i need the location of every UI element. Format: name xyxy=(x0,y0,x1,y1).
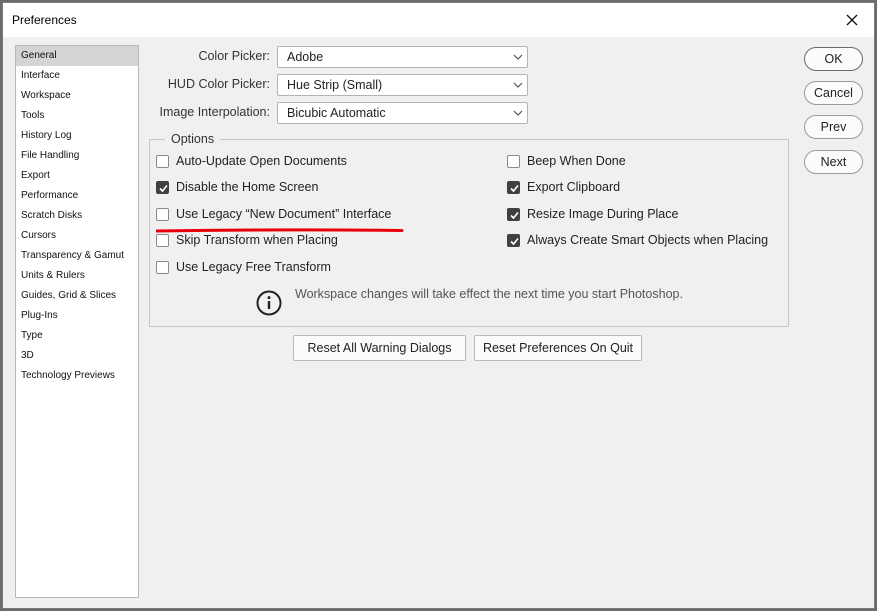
sidebar-item-performance[interactable]: Performance xyxy=(16,186,138,206)
checkbox-checked[interactable] xyxy=(156,180,169,194)
image-interpolation-label: Image Interpolation: xyxy=(159,105,271,119)
cancel-button[interactable]: Cancel xyxy=(804,81,863,105)
reset-all-warning-dialogs-button[interactable]: Reset All Warning Dialogs xyxy=(293,335,466,361)
title-bar: Preferences xyxy=(3,3,874,37)
preferences-category-list[interactable]: General Interface Workspace Tools Histor… xyxy=(15,45,139,598)
disable-home-screen-checkbox[interactable]: Disable the Home Screen xyxy=(156,180,318,194)
skip-transform-when-placing-checkbox[interactable]: Skip Transform when Placing xyxy=(156,233,338,247)
check-icon xyxy=(510,184,519,192)
color-picker-label: Color Picker: xyxy=(198,49,270,63)
sidebar-item-export[interactable]: Export xyxy=(16,166,138,186)
chevron-down-icon xyxy=(513,82,523,88)
checkbox-label: Export Clipboard xyxy=(527,180,621,194)
sidebar-item-history-log[interactable]: History Log xyxy=(16,126,138,146)
sidebar-item-general[interactable]: General xyxy=(16,46,138,66)
checkbox-unchecked[interactable] xyxy=(507,154,520,168)
use-legacy-new-document-interface-checkbox[interactable]: Use Legacy “New Document” Interface xyxy=(156,207,391,221)
sidebar-item-interface[interactable]: Interface xyxy=(16,66,138,86)
checkbox-checked[interactable] xyxy=(507,180,520,194)
close-button[interactable] xyxy=(830,3,874,37)
chevron-down-icon xyxy=(513,54,523,60)
export-clipboard-checkbox[interactable]: Export Clipboard xyxy=(507,180,620,194)
color-picker-select[interactable]: Adobe xyxy=(277,46,528,68)
resize-image-during-place-checkbox[interactable]: Resize Image During Place xyxy=(507,207,678,221)
checkbox-label: Auto-Update Open Documents xyxy=(176,154,347,168)
sidebar-item-guides-grid-slices[interactable]: Guides, Grid & Slices xyxy=(16,286,138,306)
options-group-title: Options xyxy=(165,132,221,146)
workspace-changes-note: Workspace changes will take effect the n… xyxy=(295,287,683,301)
sidebar-item-tools[interactable]: Tools xyxy=(16,106,138,126)
checkbox-checked[interactable] xyxy=(507,233,520,247)
checkbox-label: Disable the Home Screen xyxy=(176,180,319,194)
sidebar-item-3d[interactable]: 3D xyxy=(16,346,138,366)
check-icon xyxy=(159,184,168,192)
color-picker-value: Adobe xyxy=(287,50,324,64)
info-icon xyxy=(256,290,282,316)
checkbox-checked[interactable] xyxy=(507,207,520,221)
sidebar-item-file-handling[interactable]: File Handling xyxy=(16,146,138,166)
checkbox-label: Use Legacy “New Document” Interface xyxy=(176,207,392,221)
checkbox-label: Skip Transform when Placing xyxy=(176,233,338,247)
checkbox-label: Always Create Smart Objects when Placing xyxy=(527,233,769,247)
sidebar-item-type[interactable]: Type xyxy=(16,326,138,346)
sidebar-item-cursors[interactable]: Cursors xyxy=(16,226,138,246)
close-icon xyxy=(846,14,858,26)
auto-update-open-documents-checkbox[interactable]: Auto-Update Open Documents xyxy=(156,154,347,168)
checkbox-unchecked[interactable] xyxy=(156,233,169,247)
checkbox-unchecked[interactable] xyxy=(156,154,169,168)
check-icon xyxy=(510,237,519,245)
image-interpolation-value: Bicubic Automatic xyxy=(287,106,386,120)
sidebar-item-plug-ins[interactable]: Plug-Ins xyxy=(16,306,138,326)
sidebar-item-technology-previews[interactable]: Technology Previews xyxy=(16,366,138,386)
hud-color-picker-value: Hue Strip (Small) xyxy=(287,78,383,92)
ok-button[interactable]: OK xyxy=(804,47,863,71)
use-legacy-free-transform-checkbox[interactable]: Use Legacy Free Transform xyxy=(156,260,331,274)
always-create-smart-objects-checkbox[interactable]: Always Create Smart Objects when Placing xyxy=(507,233,768,247)
beep-when-done-checkbox[interactable]: Beep When Done xyxy=(507,154,626,168)
image-interpolation-select[interactable]: Bicubic Automatic xyxy=(277,102,528,124)
prev-button[interactable]: Prev xyxy=(804,115,863,139)
check-icon xyxy=(510,211,519,219)
hud-color-picker-label: HUD Color Picker: xyxy=(167,77,270,91)
chevron-down-icon xyxy=(513,110,523,116)
sidebar-item-workspace[interactable]: Workspace xyxy=(16,86,138,106)
next-button[interactable]: Next xyxy=(804,150,863,174)
hud-color-picker-select[interactable]: Hue Strip (Small) xyxy=(277,74,528,96)
checkbox-unchecked[interactable] xyxy=(156,207,169,221)
checkbox-label: Resize Image During Place xyxy=(527,207,679,221)
sidebar-item-units-rulers[interactable]: Units & Rulers xyxy=(16,266,138,286)
checkbox-unchecked[interactable] xyxy=(156,260,169,274)
preferences-dialog: Preferences General Interface Workspace … xyxy=(2,2,875,609)
sidebar-item-transparency-gamut[interactable]: Transparency & Gamut xyxy=(16,246,138,266)
checkbox-label: Beep When Done xyxy=(527,154,626,168)
sidebar-item-scratch-disks[interactable]: Scratch Disks xyxy=(16,206,138,226)
reset-preferences-on-quit-button[interactable]: Reset Preferences On Quit xyxy=(474,335,642,361)
checkbox-label: Use Legacy Free Transform xyxy=(176,260,331,274)
window-title: Preferences xyxy=(12,13,77,27)
